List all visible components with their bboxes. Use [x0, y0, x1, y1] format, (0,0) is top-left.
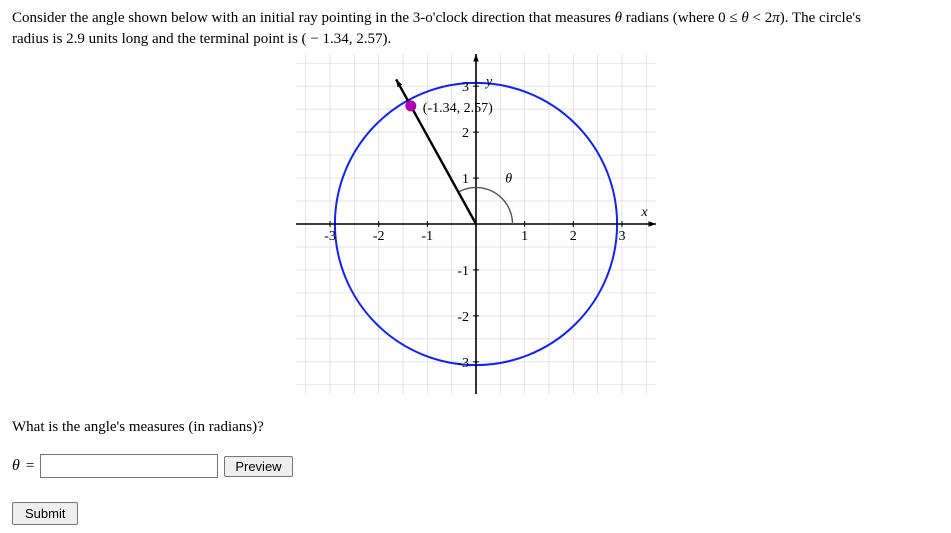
- svg-text:3: 3: [462, 80, 469, 95]
- preview-button[interactable]: Preview: [224, 456, 292, 477]
- answer-label: θ: [12, 457, 20, 475]
- svg-text:2: 2: [462, 126, 469, 141]
- answer-row: θ = Preview: [12, 454, 939, 478]
- angle-diagram: -3-2-1123-3-2-1123xy(-1.34, 2.57)θ: [296, 54, 656, 399]
- svg-text:-1: -1: [421, 229, 433, 244]
- svg-text:1: 1: [521, 229, 528, 244]
- svg-text:2: 2: [569, 229, 576, 244]
- svg-text:-3: -3: [324, 229, 336, 244]
- pi-symbol: π: [772, 10, 780, 26]
- range-lhs: 0 ≤: [718, 10, 741, 26]
- svg-text:-2: -2: [372, 229, 384, 244]
- submit-button[interactable]: Submit: [12, 502, 78, 525]
- problem-text-part: ). The circle's: [780, 10, 861, 26]
- svg-text:-1: -1: [457, 264, 469, 279]
- problem-text-part: radians (where: [622, 10, 718, 26]
- svg-text:θ: θ: [505, 172, 512, 187]
- theta-symbol: θ: [741, 10, 748, 26]
- range-mid: < 2: [749, 10, 772, 26]
- problem-statement: Consider the angle shown below with an i…: [12, 8, 939, 50]
- answer-input[interactable]: [40, 454, 218, 478]
- theta-symbol: θ: [615, 10, 622, 26]
- svg-text:(-1.34, 2.57): (-1.34, 2.57): [422, 101, 492, 116]
- svg-text:x: x: [640, 205, 648, 220]
- svg-text:-2: -2: [457, 310, 469, 325]
- problem-text-line2: radius is 2.9 units long and the termina…: [12, 31, 391, 47]
- equals-sign: =: [26, 458, 34, 475]
- svg-text:1: 1: [462, 172, 469, 187]
- svg-text:y: y: [484, 75, 493, 90]
- question-text: What is the angle's measures (in radians…: [12, 419, 939, 436]
- problem-text-part: Consider the angle shown below with an i…: [12, 10, 615, 26]
- svg-text:3: 3: [618, 229, 625, 244]
- svg-text:-3: -3: [457, 356, 469, 371]
